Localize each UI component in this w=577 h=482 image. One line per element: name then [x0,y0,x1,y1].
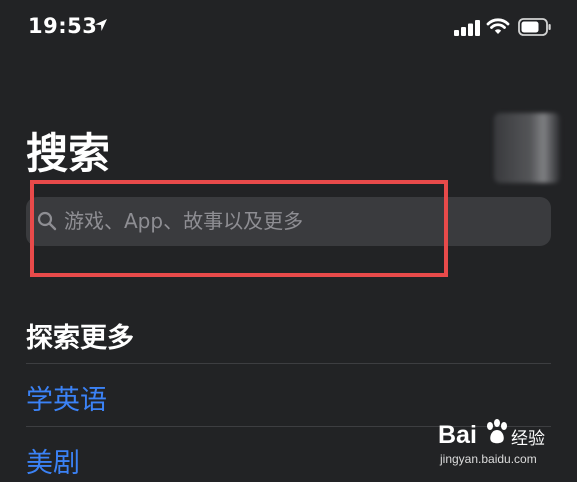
account-avatar[interactable] [494,113,560,183]
watermark-brand: Bai [438,421,477,449]
status-bar: 19:53 [0,0,577,58]
explore-item-learn-english[interactable]: 学英语 [26,378,107,417]
explore-section-title: 探索更多 [26,323,134,354]
page-title: 搜索 [26,129,111,178]
divider [26,363,551,364]
watermark-url: jingyan.baidu.com [440,452,537,466]
location-arrow-icon [95,19,107,31]
battery-icon [518,18,551,36]
baidu-jingyan-watermark: Bai 经验 jingyan.baidu.com [438,416,558,476]
signal-icon [454,20,480,36]
highlight-annotation-box [30,180,448,277]
wifi-icon [486,18,510,34]
watermark-jingyan: 经验 [511,429,545,449]
explore-item-us-drama[interactable]: 美剧 [26,441,80,480]
status-time: 19:53 [28,14,98,38]
paw-icon [487,419,507,444]
